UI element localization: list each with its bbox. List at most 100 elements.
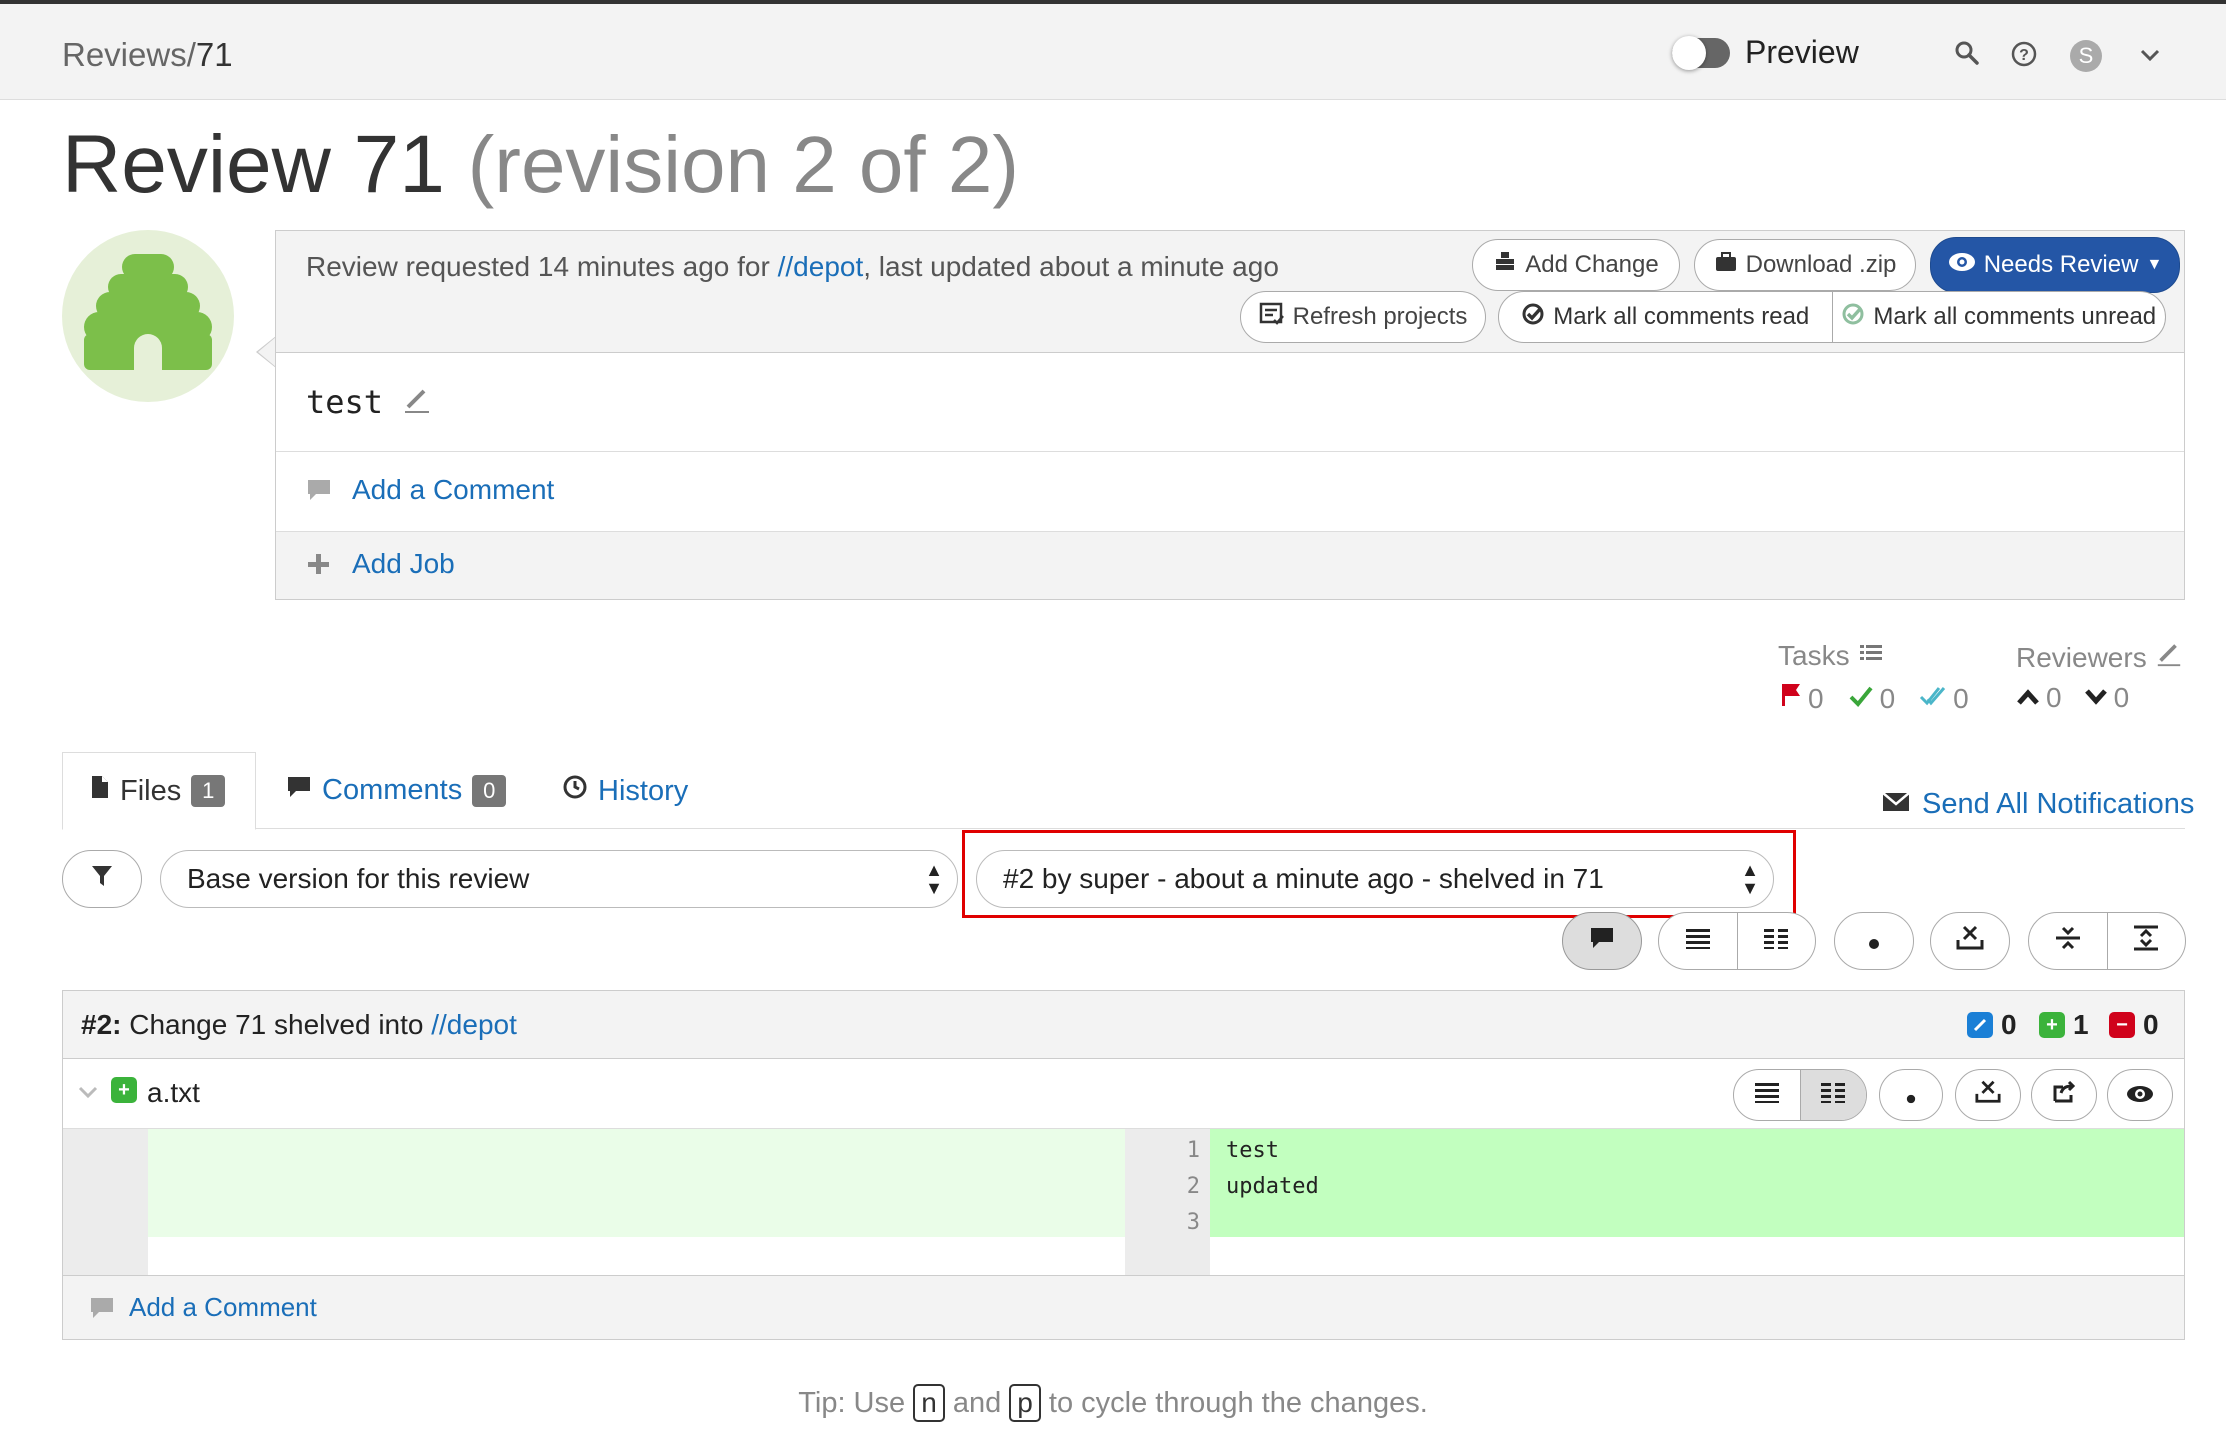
chevron-down-icon[interactable] [2138,42,2162,74]
caret-down-icon: ▼ [2146,256,2163,273]
breadcrumb-reviews-link[interactable]: Reviews/ [62,36,196,73]
breadcrumb-review-id: 71 [195,36,233,73]
add-change-button[interactable]: Add Change [1472,239,1680,291]
next-key: n [913,1384,945,1422]
expand-all-button[interactable] [2106,913,2186,969]
help-icon[interactable]: ? [2010,40,2038,75]
mark-comments-group: Mark all comments read Mark all comments… [1498,291,2166,343]
vote-down-icon [2084,682,2108,714]
inline-lines-icon [1684,926,1712,957]
vote-up-icon [2016,682,2040,714]
file-ignore-whitespace-button[interactable] [1955,1069,2021,1121]
refresh-projects-button[interactable]: Refresh projects [1240,291,1486,343]
expand-icon [2132,924,2160,959]
dot-icon [1906,1080,1916,1111]
user-avatar[interactable]: S [2070,40,2102,72]
diff-layout-toggle [1658,912,1816,970]
reviewers-header[interactable]: Reviewers [2016,640,2183,675]
comments-count-badge: 0 [472,774,507,807]
tab-comments-label: Comments [322,774,463,806]
compare-version-select[interactable]: #2 by super - about a minute ago - shelv… [976,850,1774,908]
needs-review-button[interactable]: Needs Review ▼ [1930,237,2180,293]
check-circle-icon [1521,302,1545,333]
tab-history-label: History [598,774,689,807]
preview-toggle[interactable] [1672,36,1730,70]
depot-link[interactable]: //depot [778,251,864,282]
keyboard-tip: Tip: Use n and p to cycle through the ch… [0,1384,2226,1422]
file-diff-layout-toggle [1733,1069,1867,1121]
tasks-label: Tasks [1778,640,1850,671]
edited-count-value: 0 [2001,1009,2017,1040]
review-card: Review requested 14 minutes ago for //de… [275,230,2185,600]
side-by-side-icon [1819,1080,1847,1111]
file-side-by-side-view-button[interactable] [1799,1070,1866,1120]
tasks-addressed-count: 0 [1879,682,1896,714]
file-inline-view-button[interactable] [1734,1070,1800,1120]
card-pointer-fill [258,337,276,367]
chevron-down-icon[interactable] [77,1083,99,1108]
files-count-badge: 1 [191,775,226,807]
mark-all-unread-button[interactable]: Mark all comments unread [1831,292,2166,342]
add-job-link[interactable]: Add Job [352,548,455,580]
tip-middle: and [944,1387,1010,1419]
show-comments-button[interactable] [1562,912,1642,970]
tasks-header[interactable]: Tasks [1778,640,1884,672]
edit-reviewers-icon[interactable] [2155,640,2183,675]
file-show-whitespace-button[interactable] [1879,1069,1943,1121]
added-count: + 1 [2039,1009,2089,1041]
add-comment-link[interactable]: Add a Comment [352,474,554,506]
collapse-all-button[interactable] [2029,913,2107,969]
download-zip-button[interactable]: Download .zip [1694,239,1916,291]
add-job-row[interactable]: Add Job [276,531,2184,599]
view-file-button[interactable] [2107,1069,2173,1121]
code-lines: test updated [1226,1133,1319,1241]
deleted-count: − 0 [2109,1009,2159,1041]
eye-icon [2126,1080,2154,1111]
change-depot-link[interactable]: //depot [431,1009,517,1040]
tab-history[interactable]: History [562,774,688,808]
side-by-side-view-button[interactable] [1736,913,1816,969]
review-description: test [306,383,432,423]
add-change-label: Add Change [1525,251,1659,278]
reviewers-label: Reviewers [2016,641,2147,673]
tip-prefix: Tip: Use [798,1387,914,1419]
send-all-notifications-link[interactable]: Send All Notifications [1882,788,2194,821]
show-whitespace-button[interactable] [1834,912,1914,970]
file-add-comment-row[interactable]: Add a Comment [63,1275,2184,1339]
vote-up-count: 0 [2046,682,2062,713]
edit-file-icon [1967,1012,1993,1038]
line-number: 3 [1186,1210,1200,1235]
filter-button[interactable] [62,850,142,908]
tasks-open-count: 0 [1808,682,1824,714]
file-add-comment-link[interactable]: Add a Comment [129,1292,317,1323]
review-request-info: Review requested 14 minutes ago for //de… [306,251,1279,283]
comment-bubble-icon [1589,926,1615,957]
tasks-counts: 0 0 0 [1780,682,1969,715]
ignore-whitespace-button[interactable] [1930,912,2010,970]
eye-icon [1948,251,1976,279]
pencil-icon[interactable] [402,385,432,423]
code-line: updated [1226,1174,1319,1199]
dot-icon [1868,926,1880,957]
inline-view-button[interactable] [1659,913,1737,969]
comment-icon [306,478,332,509]
check-circle-outline-icon [1841,302,1865,333]
envelope-icon [1882,788,1910,821]
vote-down-count: 0 [2113,682,2130,713]
base-version-select[interactable]: Base version for this review ▲ ▼ [160,850,958,908]
open-file-button[interactable] [2031,1069,2097,1121]
file-row[interactable]: + a.txt [63,1059,2184,1129]
tab-comments[interactable]: Comments 0 [286,774,507,807]
description-text: test [306,383,384,421]
code-line: test [1226,1138,1279,1163]
send-all-notifications-label: Send All Notifications [1922,788,2195,820]
top-bar: Reviews/71 Preview ? S [0,0,2226,100]
mark-all-read-button[interactable]: Mark all comments read [1499,292,1832,342]
search-icon[interactable] [1954,40,1980,73]
tab-files-content[interactable]: Files 1 [90,774,226,808]
change-text: Change 71 shelved into [121,1009,432,1040]
request-prefix-text: Review requested 14 minutes ago for [306,251,778,282]
file-name[interactable]: a.txt [147,1077,200,1109]
add-comment-row[interactable]: Add a Comment [276,451,2184,531]
line-number: 1 [1186,1138,1200,1163]
